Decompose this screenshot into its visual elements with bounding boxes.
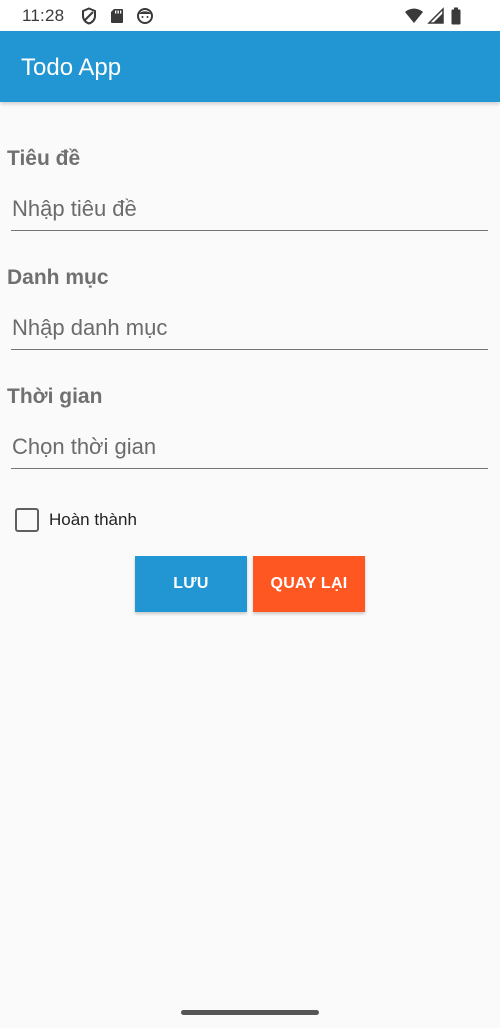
app-bar: Todo App [0, 31, 500, 102]
back-button[interactable]: QUAY LẠI [253, 556, 365, 612]
status-icons-right [404, 6, 468, 26]
time-picker-input[interactable] [11, 431, 488, 469]
title-label: Tiêu đề [7, 147, 81, 170]
time-label: Thời gian [7, 385, 103, 408]
status-bar: 11:28 [0, 0, 500, 31]
shield-icon [80, 7, 98, 25]
face-icon [136, 7, 154, 25]
done-checkbox[interactable] [15, 508, 39, 532]
sd-card-icon [108, 7, 126, 25]
screen: 11:28 Todo App Tiêu đề Nhập tiêu đề Danh… [0, 0, 500, 1028]
home-indicator[interactable] [181, 1010, 319, 1015]
app-title: Todo App [21, 54, 122, 81]
category-input[interactable] [11, 312, 488, 350]
done-checkbox-label[interactable]: Hoàn thành [49, 510, 137, 530]
wifi-icon [404, 7, 423, 25]
cell-signal-icon [427, 7, 445, 25]
category-label: Danh mục [7, 266, 109, 289]
title-input[interactable] [11, 193, 488, 231]
done-checkbox-row[interactable]: Hoàn thành [15, 508, 137, 532]
status-time: 11:28 [22, 6, 65, 25]
battery-icon [450, 7, 468, 25]
save-button[interactable]: LƯU [135, 556, 247, 612]
status-icons-left [80, 6, 154, 26]
